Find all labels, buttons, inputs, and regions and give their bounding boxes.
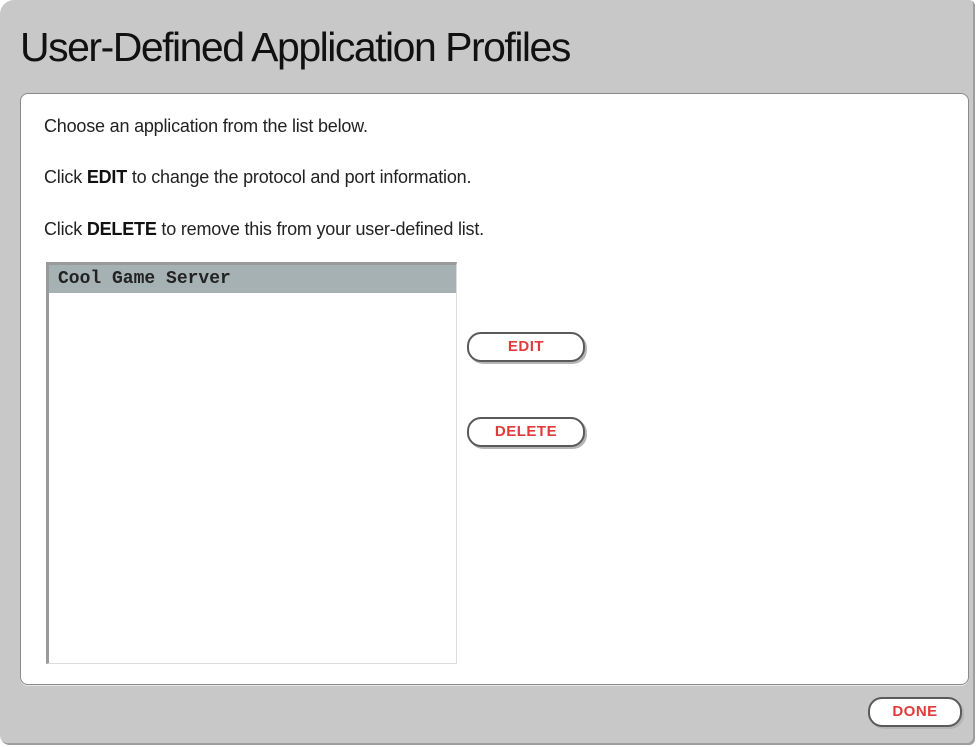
application-profiles-window: User-Defined Application Profiles Choose… xyxy=(0,0,975,745)
delete-button[interactable]: DELETE xyxy=(467,417,585,447)
instruction-edit-keyword: EDIT xyxy=(86,167,128,187)
done-button[interactable]: DONE xyxy=(868,697,962,727)
instruction-edit-suffix: to change the protocol and port informat… xyxy=(127,167,472,187)
instruction-delete-keyword: DELETE xyxy=(86,219,157,239)
instruction-delete: Click DELETE to remove this from your us… xyxy=(44,219,484,240)
instruction-edit-prefix: Click xyxy=(44,167,87,187)
application-list[interactable]: Cool Game Server xyxy=(46,262,457,664)
instruction-edit: Click EDIT to change the protocol and po… xyxy=(44,167,471,188)
content-panel: Choose an application from the list belo… xyxy=(20,93,969,685)
instruction-delete-prefix: Click xyxy=(44,219,87,239)
edit-button[interactable]: EDIT xyxy=(467,332,585,362)
instruction-delete-suffix: to remove this from your user-defined li… xyxy=(156,219,484,239)
window-title: User-Defined Application Profiles xyxy=(20,24,571,70)
instruction-choose-application: Choose an application from the list belo… xyxy=(44,116,368,136)
list-item[interactable]: Cool Game Server xyxy=(49,265,456,293)
